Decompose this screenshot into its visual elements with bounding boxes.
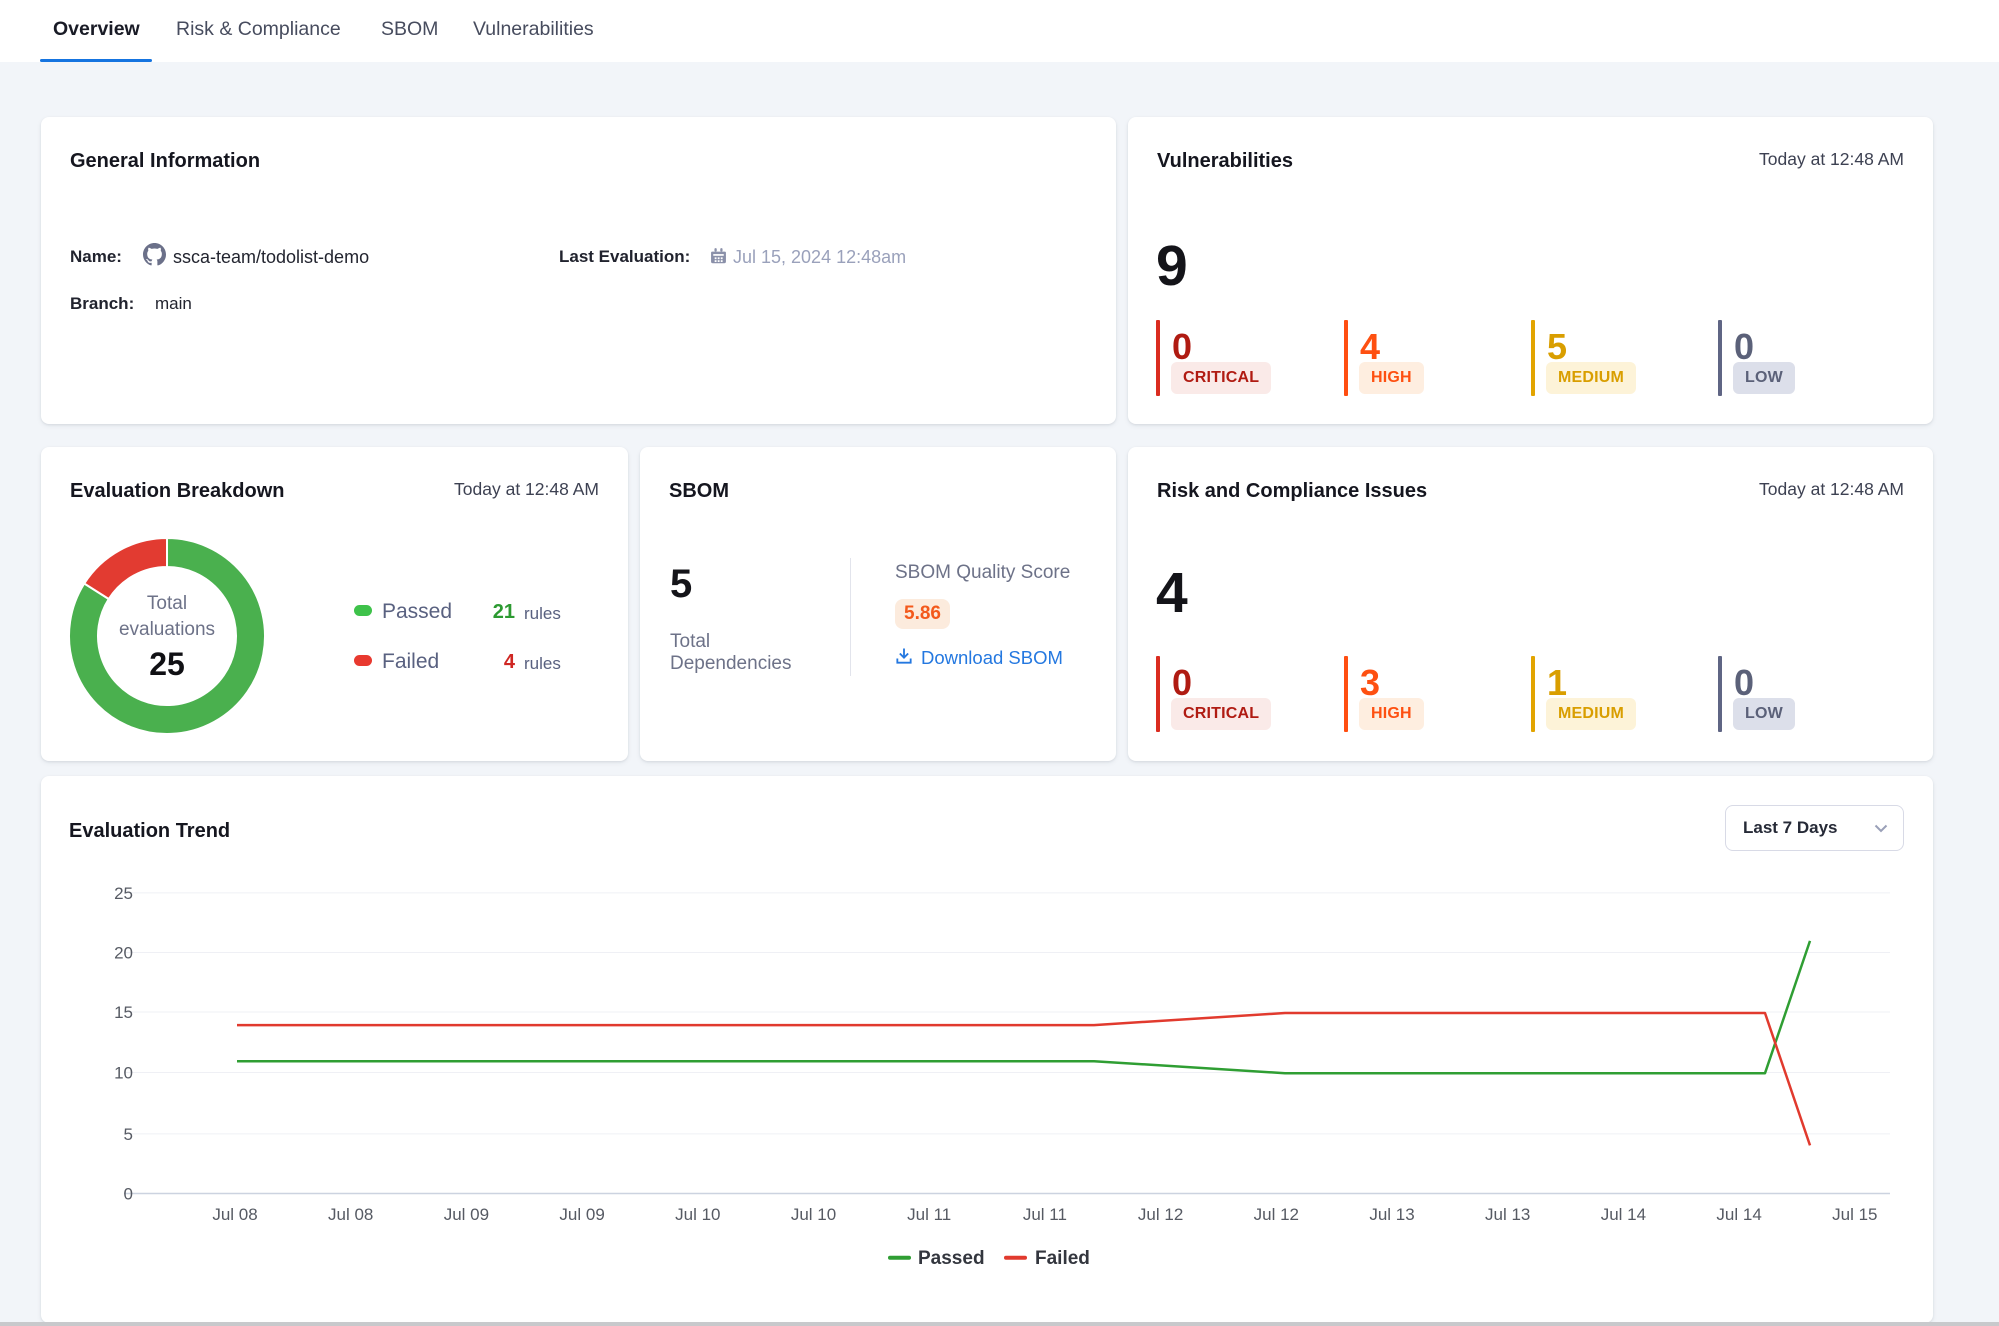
svg-text:Jul 11: Jul 11 — [1023, 1205, 1067, 1224]
svg-text:Jul 11: Jul 11 — [907, 1205, 951, 1224]
svg-text:Jul 09: Jul 09 — [444, 1205, 489, 1224]
svg-text:Jul 14: Jul 14 — [1716, 1205, 1761, 1224]
svg-text:Jul 10: Jul 10 — [675, 1205, 720, 1224]
svg-text:20: 20 — [114, 944, 133, 963]
svg-text:Jul 08: Jul 08 — [212, 1205, 257, 1224]
svg-text:Jul 13: Jul 13 — [1369, 1205, 1414, 1224]
svg-text:Jul 14: Jul 14 — [1601, 1205, 1646, 1224]
svg-text:Jul 12: Jul 12 — [1138, 1205, 1183, 1224]
svg-text:25: 25 — [114, 884, 133, 903]
svg-text:Jul 15: Jul 15 — [1832, 1205, 1877, 1224]
svg-text:5: 5 — [124, 1125, 133, 1144]
svg-text:0: 0 — [124, 1185, 133, 1204]
svg-text:Jul 13: Jul 13 — [1485, 1205, 1530, 1224]
svg-text:15: 15 — [114, 1003, 133, 1022]
svg-text:Jul 12: Jul 12 — [1254, 1205, 1299, 1224]
svg-text:Failed: Failed — [1035, 1248, 1090, 1269]
svg-text:10: 10 — [114, 1064, 133, 1083]
svg-text:Jul 08: Jul 08 — [328, 1205, 373, 1224]
svg-text:Jul 10: Jul 10 — [791, 1205, 836, 1224]
svg-text:Jul 09: Jul 09 — [559, 1205, 604, 1224]
svg-text:Passed: Passed — [918, 1248, 985, 1269]
